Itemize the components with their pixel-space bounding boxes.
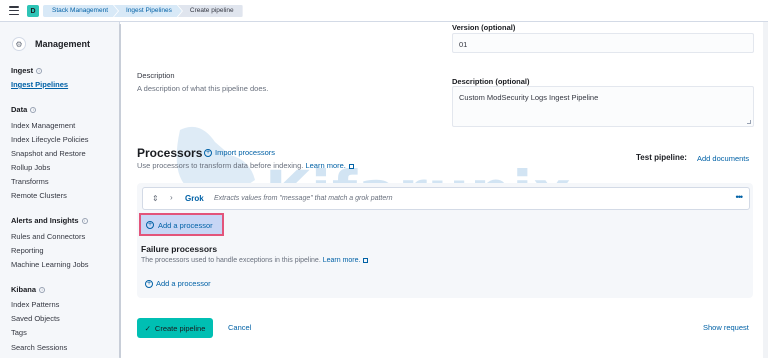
plus-circle-icon: +: [204, 149, 212, 158]
space-avatar[interactable]: D: [27, 5, 39, 17]
top-header: D Stack Management Ingest Pipelines Crea…: [0, 0, 768, 22]
sidebar-item-rollup-jobs[interactable]: Rollup Jobs: [11, 163, 50, 172]
show-request-button[interactable]: Show request: [703, 323, 749, 332]
add-failure-processor-button[interactable]: + Add a processor: [145, 279, 211, 289]
sidebar-section-alerts: Alerts and Insights i: [11, 216, 88, 225]
drag-handle-icon[interactable]: ⇕: [152, 194, 159, 203]
sidebar-item-ml-jobs[interactable]: Machine Learning Jobs: [11, 260, 89, 269]
description-value: Custom ModSecurity Logs Ingest Pipeline: [459, 93, 599, 102]
plus-circle-icon: +: [146, 221, 154, 229]
breadcrumb-create-pipeline: Create pipeline: [177, 5, 243, 17]
sidebar-section-data: Data i: [11, 105, 37, 114]
processors-help: Use processors to transform data before …: [137, 161, 354, 170]
sidebar-item-snapshot-and-restore[interactable]: Snapshot and Restore: [11, 149, 86, 158]
sidebar-section-kibana: Kibana i: [11, 285, 46, 294]
sidebar-item-saved-objects[interactable]: Saved Objects: [11, 314, 60, 323]
chevron-right-icon[interactable]: ›: [170, 193, 173, 202]
breadcrumb-stack-management[interactable]: Stack Management: [43, 5, 118, 17]
info-icon: i: [39, 286, 46, 293]
create-pipeline-button[interactable]: ✓ Create pipeline: [137, 318, 213, 338]
failure-processors-help: The processors used to handle exceptions…: [141, 257, 369, 264]
sidebar-item-remote-clusters[interactable]: Remote Clusters: [11, 191, 67, 200]
version-field[interactable]: 01: [452, 33, 754, 53]
sidebar-item-index-management[interactable]: Index Management: [11, 121, 75, 130]
version-label: Version (optional): [452, 23, 516, 32]
info-icon: i: [81, 217, 88, 224]
version-value: 01: [459, 40, 468, 49]
sidebar-item-ingest-pipelines[interactable]: Ingest Pipelines: [11, 80, 68, 89]
processor-name[interactable]: Grok: [185, 194, 204, 203]
menu-icon[interactable]: [9, 6, 19, 15]
more-actions-icon[interactable]: •••: [736, 192, 744, 202]
test-pipeline-label: Test pipeline:: [636, 153, 687, 162]
processors-learn-more-link[interactable]: Learn more.: [305, 161, 345, 170]
breadcrumb-ingest-pipelines[interactable]: Ingest Pipelines: [114, 5, 182, 17]
processors-title: Processors: [137, 146, 203, 160]
import-processors-button[interactable]: + Import processors: [204, 148, 275, 158]
add-processor-button[interactable]: + Add a processor: [139, 213, 224, 236]
sidebar-item-transforms[interactable]: Transforms: [11, 177, 49, 186]
check-icon: ✓: [144, 323, 151, 333]
management-gear-icon: ⚙: [12, 37, 26, 51]
description-help: A description of what this pipeline does…: [137, 84, 269, 93]
sidebar-item-tags[interactable]: Tags: [11, 328, 27, 337]
cancel-button[interactable]: Cancel: [228, 323, 251, 332]
info-icon: i: [30, 106, 37, 113]
sidebar-item-index-patterns[interactable]: Index Patterns: [11, 300, 59, 309]
info-icon: i: [36, 67, 43, 74]
description-heading: Description: [137, 71, 175, 80]
main-scrollbar[interactable]: [763, 22, 768, 358]
processor-description[interactable]: Extracts values from "message" that matc…: [214, 195, 393, 202]
external-link-icon: [348, 163, 354, 169]
sidebar-item-search-sessions[interactable]: Search Sessions: [11, 343, 67, 352]
resize-handle-icon[interactable]: [747, 120, 751, 124]
processor-row: ⇕ › Grok Extracts values from "message" …: [142, 187, 750, 210]
breadcrumb: Stack Management Ingest Pipelines Create…: [43, 5, 243, 17]
sidebar-item-rules-and-connectors[interactable]: Rules and Connectors: [11, 232, 85, 241]
description-field[interactable]: Custom ModSecurity Logs Ingest Pipeline: [452, 86, 754, 127]
sidebar-title: Management: [35, 39, 91, 49]
add-documents-link[interactable]: Add documents: [697, 154, 749, 163]
plus-circle-icon: +: [145, 280, 153, 289]
failure-learn-more-link[interactable]: Learn more.: [323, 257, 361, 264]
failure-processors-title: Failure processors: [141, 244, 218, 254]
description-label: Description (optional): [452, 77, 530, 86]
sidebar-item-index-lifecycle-policies[interactable]: Index Lifecycle Policies: [11, 135, 89, 144]
external-link-icon: [363, 257, 369, 263]
sidebar-section-ingest: Ingest i: [11, 66, 43, 75]
sidebar-item-reporting[interactable]: Reporting: [11, 246, 44, 255]
